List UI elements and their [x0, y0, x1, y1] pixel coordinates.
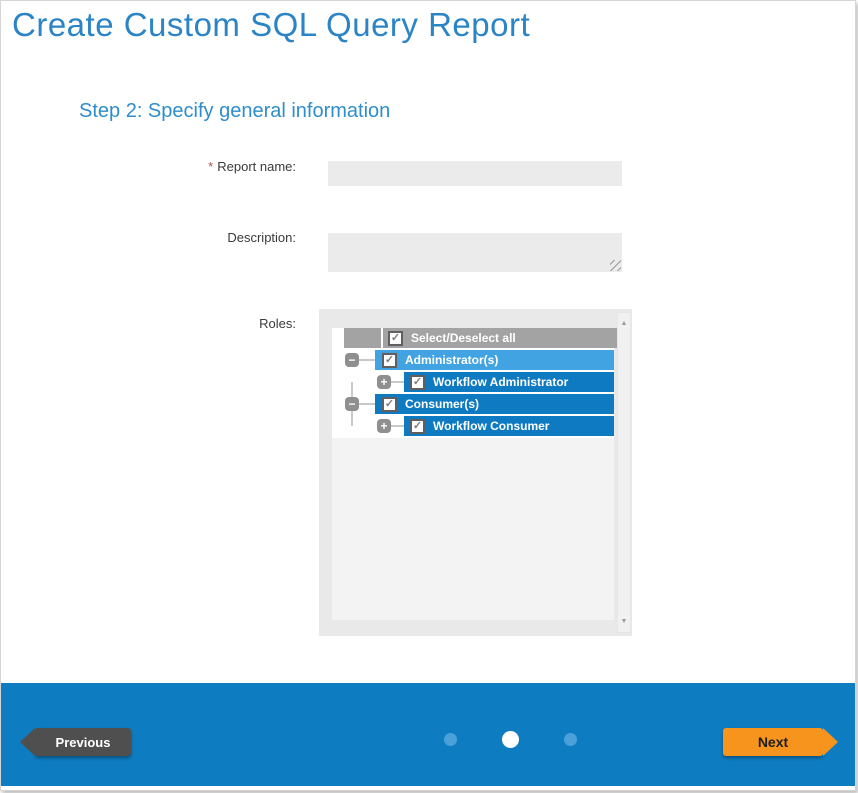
roles-label-text: Roles:: [259, 316, 296, 331]
required-marker: *: [208, 159, 213, 174]
administrators-label: Administrator(s): [405, 353, 498, 367]
collapse-icon[interactable]: −: [345, 353, 359, 367]
tree-connector-line: [389, 381, 404, 383]
checkmark-icon: ✓: [413, 421, 422, 432]
consumers-label: Consumer(s): [405, 397, 479, 411]
step-heading: Step 2: Specify general information: [79, 100, 390, 123]
minus-glyph: −: [348, 398, 355, 410]
description-label: Description:: [61, 230, 296, 245]
select-all-label: Select/Deselect all: [411, 331, 516, 345]
report-name-input[interactable]: [328, 161, 622, 186]
roles-label: Roles:: [61, 316, 296, 331]
plus-glyph: +: [380, 376, 387, 388]
page-title: Create Custom SQL Query Report: [12, 6, 530, 44]
checkmark-icon: ✓: [385, 399, 394, 410]
report-name-label: * Report name:: [61, 159, 296, 174]
wizard-window: Create Custom SQL Query Report Step 2: S…: [0, 0, 856, 791]
workflow-administrator-checkbox[interactable]: ✓: [410, 375, 425, 390]
expand-icon[interactable]: +: [377, 375, 391, 389]
scroll-down-icon[interactable]: ▼: [618, 618, 630, 625]
select-all-checkbox[interactable]: ✓: [388, 331, 403, 346]
roles-list-panel: ✓ Select/Deselect all − ✓ Administrator(…: [319, 309, 632, 636]
consumers-checkbox[interactable]: ✓: [382, 397, 397, 412]
collapse-icon[interactable]: −: [345, 397, 359, 411]
next-button[interactable]: Next: [723, 728, 823, 756]
workflow-consumer-checkbox[interactable]: ✓: [410, 419, 425, 434]
report-name-label-text: Report name:: [217, 159, 296, 174]
expander-column-header: [344, 328, 381, 348]
description-input[interactable]: [328, 233, 622, 272]
select-all-row[interactable]: ✓ Select/Deselect all: [338, 328, 614, 348]
textarea-resize-handle[interactable]: [610, 260, 621, 271]
expand-icon[interactable]: +: [377, 419, 391, 433]
roles-list-viewport: ✓ Select/Deselect all − ✓ Administrator(…: [332, 328, 614, 620]
wizard-footer: Previous Next: [1, 683, 856, 786]
checkmark-icon: ✓: [413, 377, 422, 388]
plus-glyph: +: [380, 420, 387, 432]
step-dot-3[interactable]: [564, 733, 577, 746]
administrators-checkbox[interactable]: ✓: [382, 353, 397, 368]
next-arrow-tip-icon: [823, 728, 838, 756]
tree-connector-line: [389, 425, 404, 427]
scroll-up-icon[interactable]: ▲: [618, 320, 630, 327]
step-dot-2-active[interactable]: [502, 731, 519, 748]
checkmark-icon: ✓: [385, 355, 394, 366]
tree-row-workflow-administrator[interactable]: + ✓ Workflow Administrator: [332, 372, 614, 392]
previous-button-label: Previous: [56, 735, 111, 750]
minus-glyph: −: [348, 354, 355, 366]
step-dot-1[interactable]: [444, 733, 457, 746]
description-label-text: Description:: [227, 230, 296, 245]
workflow-administrator-label: Workflow Administrator: [433, 375, 568, 389]
roles-scrollbar[interactable]: ▲ ▼: [617, 312, 631, 633]
next-button-label: Next: [758, 734, 788, 750]
tree-row-workflow-consumer[interactable]: + ✓ Workflow Consumer: [332, 416, 614, 436]
checkmark-icon: ✓: [391, 333, 400, 344]
previous-arrow-tip-icon: [20, 728, 35, 756]
workflow-consumer-label: Workflow Consumer: [433, 419, 549, 433]
previous-button[interactable]: Previous: [35, 728, 131, 756]
